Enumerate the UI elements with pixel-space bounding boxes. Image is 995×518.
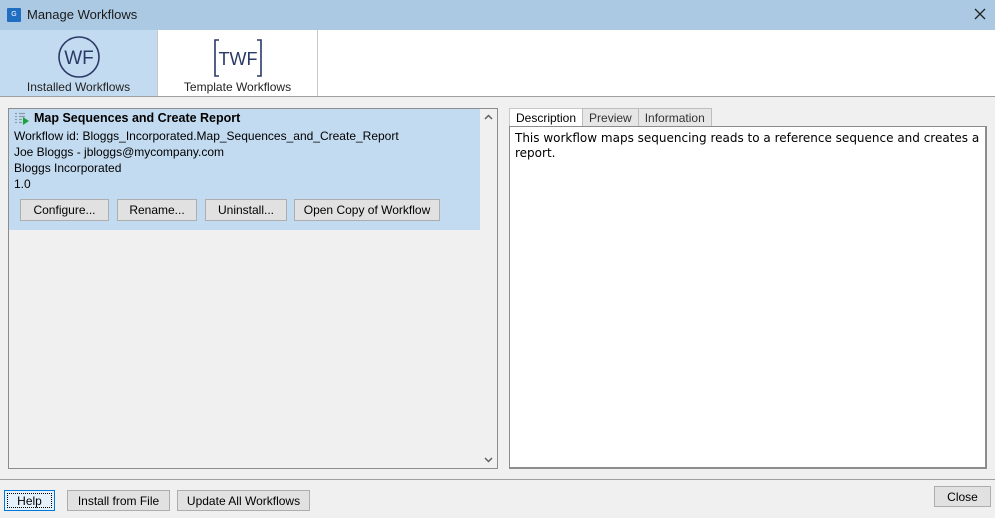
vertical-scrollbar[interactable]	[480, 109, 497, 468]
help-button[interactable]: Help	[4, 490, 55, 511]
tab-installed-workflows[interactable]: WF Installed Workflows	[0, 30, 158, 96]
workflow-icon	[15, 112, 29, 125]
close-button[interactable]: Close	[934, 486, 991, 507]
rename-button[interactable]: Rename...	[117, 199, 197, 221]
configure-button[interactable]: Configure...	[20, 199, 109, 221]
scroll-up-icon[interactable]	[480, 109, 497, 126]
installed-icon-text: WF	[64, 48, 94, 69]
template-workflows-label: Template Workflows	[183, 80, 292, 94]
workflow-version: 1.0	[14, 177, 31, 191]
tab-description[interactable]: Description	[509, 108, 584, 127]
uninstall-button[interactable]: Uninstall...	[205, 199, 287, 221]
footer-divider	[0, 479, 995, 480]
tab-template-workflows[interactable]: TWF Template Workflows	[158, 30, 318, 96]
tab-information[interactable]: Information	[637, 108, 712, 127]
tab-preview[interactable]: Preview	[582, 108, 639, 127]
scroll-down-icon[interactable]	[480, 451, 497, 468]
update-all-workflows-button[interactable]: Update All Workflows	[177, 490, 310, 511]
workflow-organization: Bloggs Incorporated	[14, 161, 122, 175]
installed-workflows-icon: WF	[57, 36, 100, 78]
description-text: This workflow maps sequencing reads to a…	[509, 126, 987, 469]
workflow-author: Joe Bloggs - jbloggs@mycompany.com	[14, 145, 225, 159]
app-logo-icon: G	[7, 8, 21, 22]
workflow-list-item[interactable]: Map Sequences and Create Report Workflow…	[9, 109, 480, 230]
title-bar: G Manage Workflows	[0, 0, 995, 30]
workflow-header: Map Sequences and Create Report	[15, 111, 240, 125]
workflow-name: Map Sequences and Create Report	[34, 111, 241, 125]
install-from-file-button[interactable]: Install from File	[67, 490, 170, 511]
workflow-list[interactable]: Map Sequences and Create Report Workflow…	[8, 108, 498, 469]
template-icon-text: TWF	[218, 49, 257, 69]
workflow-category-bar: WF Installed Workflows TWF Template Work…	[0, 30, 995, 97]
window-title: Manage Workflows	[27, 7, 138, 22]
workflow-id: Workflow id: Bloggs_Incorporated.Map_Seq…	[14, 129, 399, 143]
close-icon[interactable]	[973, 7, 987, 21]
details-tabs: Description Preview Information	[509, 108, 712, 127]
open-copy-button[interactable]: Open Copy of Workflow	[294, 199, 440, 221]
template-workflows-icon: TWF	[213, 39, 262, 77]
installed-workflows-label: Installed Workflows	[26, 80, 131, 94]
